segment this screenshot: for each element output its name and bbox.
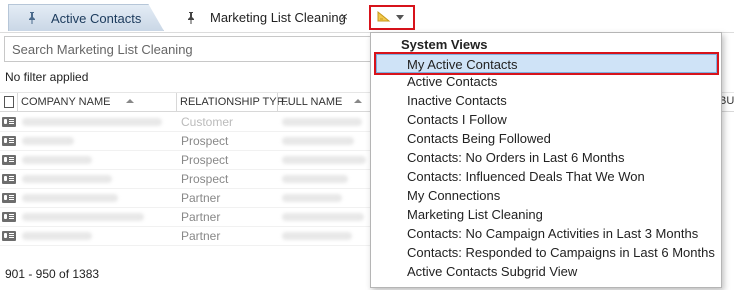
sort-ascending-icon[interactable] [126,99,134,103]
view-item-active-contacts[interactable]: Active Contacts [407,72,497,91]
relationship-cell: Partner [181,191,221,205]
relationship-cell: Partner [181,210,221,224]
column-full-name[interactable]: FULL NAME [281,96,342,108]
tab-label: Marketing List Cleaning [210,10,346,25]
search-input[interactable]: Search Marketing List Cleaning [4,36,384,62]
view-item-subgrid-view[interactable]: Active Contacts Subgrid View [407,262,577,281]
contact-card-icon [2,231,16,241]
column-relationship-type[interactable]: RELATIONSHIP TYP... [180,96,292,108]
view-selector-icon [377,10,391,25]
view-item-contacts-i-follow[interactable]: Contacts I Follow [407,110,507,129]
contact-card-icon [2,174,16,184]
view-item-no-orders[interactable]: Contacts: No Orders in Last 6 Months [407,148,624,167]
relationship-cell: Prospect [181,153,229,167]
tab-label: Active Contacts [51,10,142,26]
relationship-cell: Partner [181,229,221,243]
pin-icon[interactable] [186,11,196,24]
view-item-label: My Active Contacts [407,57,518,72]
table-row[interactable]: Prospect [0,132,380,151]
column-company-name[interactable]: COMPANY NAME [21,96,110,108]
view-item-my-connections[interactable]: My Connections [407,186,500,205]
views-dropdown: System Views My Active Contacts Active C… [370,32,722,288]
relationship-cell: Prospect [181,172,229,186]
view-item-marketing-list-cleaning[interactable]: Marketing List Cleaning [407,205,543,224]
pin-icon[interactable] [27,12,37,24]
filter-status: No filter applied [5,70,89,84]
view-item-contacts-being-followed[interactable]: Contacts Being Followed [407,129,551,148]
table-row[interactable]: Prospect [0,151,380,170]
tab-marketing-list-cleaning[interactable]: Marketing List Cleaning × [176,4,356,31]
pager-status: 901 - 950 of 1383 [5,267,100,281]
record-type-icon [4,96,14,108]
tab-bar: Active Contacts Marketing List Cleaning … [0,0,734,33]
system-views-header: System Views [401,37,488,52]
table-row[interactable]: Partner [0,189,380,208]
relationship-cell: Customer [181,115,234,129]
table-row[interactable]: Partner [0,227,380,246]
table-row[interactable]: Customer [0,113,380,132]
contact-card-icon [2,193,16,203]
view-item-responded-to-campaigns[interactable]: Contacts: Responded to Campaigns in Last… [407,243,715,262]
chevron-down-icon [396,15,404,20]
tab-active-contacts[interactable]: Active Contacts [8,4,164,31]
table-row[interactable]: Prospect [0,170,380,189]
grid-rows: Customer Prospect Prospect Prospect Part… [0,113,380,248]
close-tab-icon[interactable]: × [340,9,348,24]
contact-card-icon [2,155,16,165]
view-item-influenced-deals[interactable]: Contacts: Influenced Deals That We Won [407,167,645,186]
sort-ascending-icon[interactable] [354,99,362,103]
search-placeholder: Search Marketing List Cleaning [12,41,193,57]
table-row[interactable]: Partner [0,208,380,227]
view-item-inactive-contacts[interactable]: Inactive Contacts [407,91,507,110]
view-item-no-campaign-activities[interactable]: Contacts: No Campaign Activities in Last… [407,224,698,243]
contact-card-icon [2,136,16,146]
contact-card-icon [2,212,16,222]
relationship-cell: Prospect [181,134,229,148]
contact-card-icon [2,117,16,127]
view-selector-button[interactable] [369,5,415,30]
